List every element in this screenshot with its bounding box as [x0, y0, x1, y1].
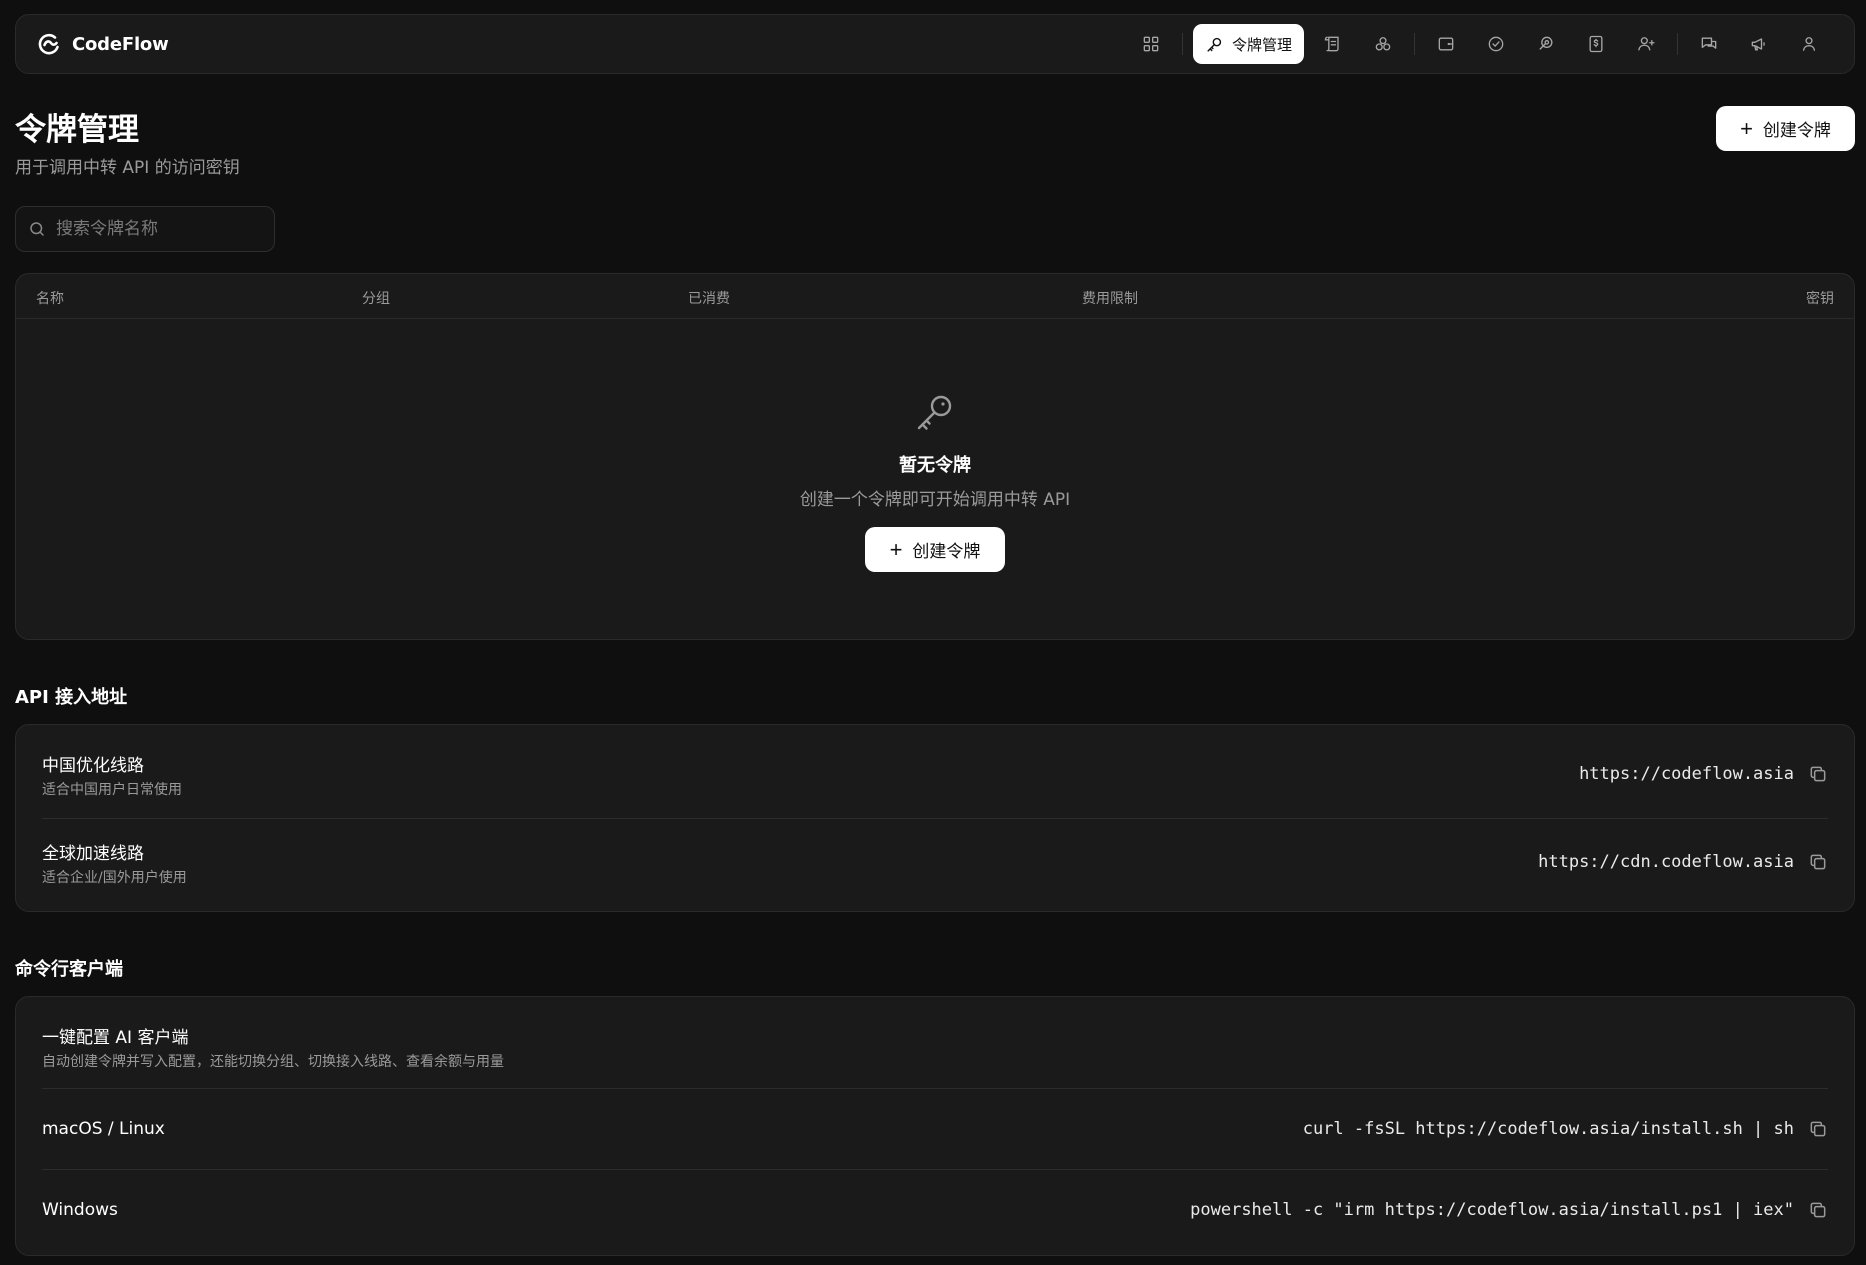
copy-icon[interactable]	[1808, 852, 1828, 872]
nav-invite-button[interactable]	[1621, 24, 1671, 64]
api-endpoints-card: 中国优化线路 适合中国用户日常使用 https://codeflow.asia …	[15, 724, 1855, 912]
api-endpoint-row: 中国优化线路 适合中国用户日常使用 https://codeflow.asia	[42, 725, 1828, 819]
nav-menu: 令牌管理	[1126, 15, 1834, 73]
cli-platform: macOS / Linux	[42, 1119, 165, 1139]
nav-separator	[1414, 33, 1415, 55]
cli-intro-row: 一键配置 AI 客户端 自动创建令牌并写入配置，还能切换分组、切换接入线路、查看…	[42, 997, 1828, 1089]
codeflow-logo-icon	[38, 33, 59, 55]
empty-state: 暂无令牌 创建一个令牌即可开始调用中转 API + 创建令牌	[16, 389, 1854, 572]
nav-models-button[interactable]	[1358, 24, 1408, 64]
search-box	[15, 206, 275, 252]
search-input[interactable]	[56, 219, 262, 239]
cli-intro-subtitle: 自动创建令牌并写入配置，还能切换分组、切换接入线路、查看余额与用量	[42, 1054, 504, 1070]
search-icon	[30, 222, 44, 236]
link-icon	[1539, 36, 1553, 50]
column-header-key[interactable]: 密钥	[1806, 288, 1834, 308]
endpoint-title: 全球加速线路	[42, 844, 144, 864]
nav-separator	[1181, 33, 1183, 55]
nav-dashboard-button[interactable]	[1126, 24, 1176, 64]
nav-checkin-button[interactable]	[1471, 24, 1521, 64]
brand[interactable]: CodeFlow	[36, 31, 169, 57]
nav-link-button[interactable]	[1521, 24, 1571, 64]
plus-icon: +	[1740, 115, 1753, 141]
plus-icon: +	[889, 536, 903, 562]
empty-subtitle: 创建一个令牌即可开始调用中转 API	[799, 490, 1071, 510]
dashboard-icon	[1143, 36, 1159, 52]
endpoint-title: 中国优化线路	[42, 756, 144, 776]
nav-messages-button[interactable]	[1684, 24, 1734, 64]
nav-wallet-button[interactable]	[1421, 24, 1471, 64]
user-plus-icon	[1638, 37, 1655, 51]
cli-platform: Windows	[42, 1200, 118, 1220]
cli-section-title: 命令行客户端	[15, 959, 123, 980]
page-subtitle: 用于调用中转 API 的访问密钥	[15, 158, 240, 178]
create-token-empty-button[interactable]: + 创建令牌	[865, 527, 1005, 572]
column-header-consumed[interactable]: 已消费	[688, 288, 730, 308]
nav-token-management-tab[interactable]: 令牌管理	[1192, 24, 1304, 64]
column-header-limit[interactable]: 费用限制	[1082, 288, 1138, 308]
nav-profile-button[interactable]	[1784, 24, 1834, 64]
endpoint-url: https://cdn.codeflow.asia	[1538, 852, 1794, 872]
api-endpoint-row: 全球加速线路 适合企业/国外用户使用 https://cdn.codeflow.…	[42, 819, 1828, 911]
create-token-label: 创建令牌	[1762, 121, 1831, 140]
page-title: 令牌管理	[15, 112, 139, 148]
cli-card: 一键配置 AI 客户端 自动创建令牌并写入配置，还能切换分组、切换接入线路、查看…	[15, 996, 1855, 1256]
endpoint-subtitle: 适合企业/国外用户使用	[42, 870, 187, 886]
nav-logs-button[interactable]	[1308, 24, 1358, 64]
key-icon	[1207, 37, 1222, 52]
api-section-title: API 接入地址	[15, 687, 128, 708]
cli-command-row: Windows powershell -c "irm https://codef…	[42, 1170, 1828, 1255]
token-table: 名称 分组 已消费 费用限制 密钥 暂无令牌 创建一个令牌即可开始调用中转 AP…	[15, 273, 1855, 640]
create-token-button[interactable]: + 创建令牌	[1716, 106, 1855, 151]
nav-announcements-button[interactable]	[1734, 24, 1784, 64]
cli-command-row: macOS / Linux curl -fsSL https://codeflo…	[42, 1089, 1828, 1170]
column-header-group[interactable]: 分组	[362, 288, 390, 308]
top-navbar: CodeFlow 令牌管理	[15, 14, 1855, 74]
pricing-icon	[1589, 35, 1603, 53]
cli-command: powershell -c "irm https://codeflow.asia…	[1190, 1200, 1794, 1220]
check-circle-icon	[1488, 36, 1504, 52]
nav-pricing-button[interactable]	[1571, 24, 1621, 64]
brand-name: CodeFlow	[72, 33, 169, 55]
nav-active-label: 令牌管理	[1231, 35, 1292, 54]
logs-icon	[1324, 36, 1339, 52]
wallet-icon	[1438, 37, 1454, 51]
copy-icon[interactable]	[1808, 1119, 1828, 1139]
column-header-name[interactable]: 名称	[36, 288, 64, 308]
endpoint-subtitle: 适合中国用户日常使用	[42, 782, 182, 798]
create-token-empty-label: 创建令牌	[912, 542, 981, 561]
models-icon	[1375, 37, 1391, 51]
empty-title: 暂无令牌	[899, 455, 971, 476]
cli-command: curl -fsSL https://codeflow.asia/install…	[1302, 1119, 1794, 1139]
megaphone-icon	[1751, 38, 1765, 51]
cli-intro-title: 一键配置 AI 客户端	[42, 1028, 189, 1048]
user-icon	[1802, 37, 1816, 51]
table-header: 名称 分组 已消费 费用限制 密钥	[16, 274, 1854, 319]
copy-icon[interactable]	[1808, 1200, 1828, 1220]
nav-separator	[1677, 33, 1678, 55]
endpoint-url: https://codeflow.asia	[1579, 764, 1794, 784]
copy-icon[interactable]	[1808, 764, 1828, 784]
messages-icon	[1701, 37, 1717, 49]
key-icon	[917, 395, 952, 430]
